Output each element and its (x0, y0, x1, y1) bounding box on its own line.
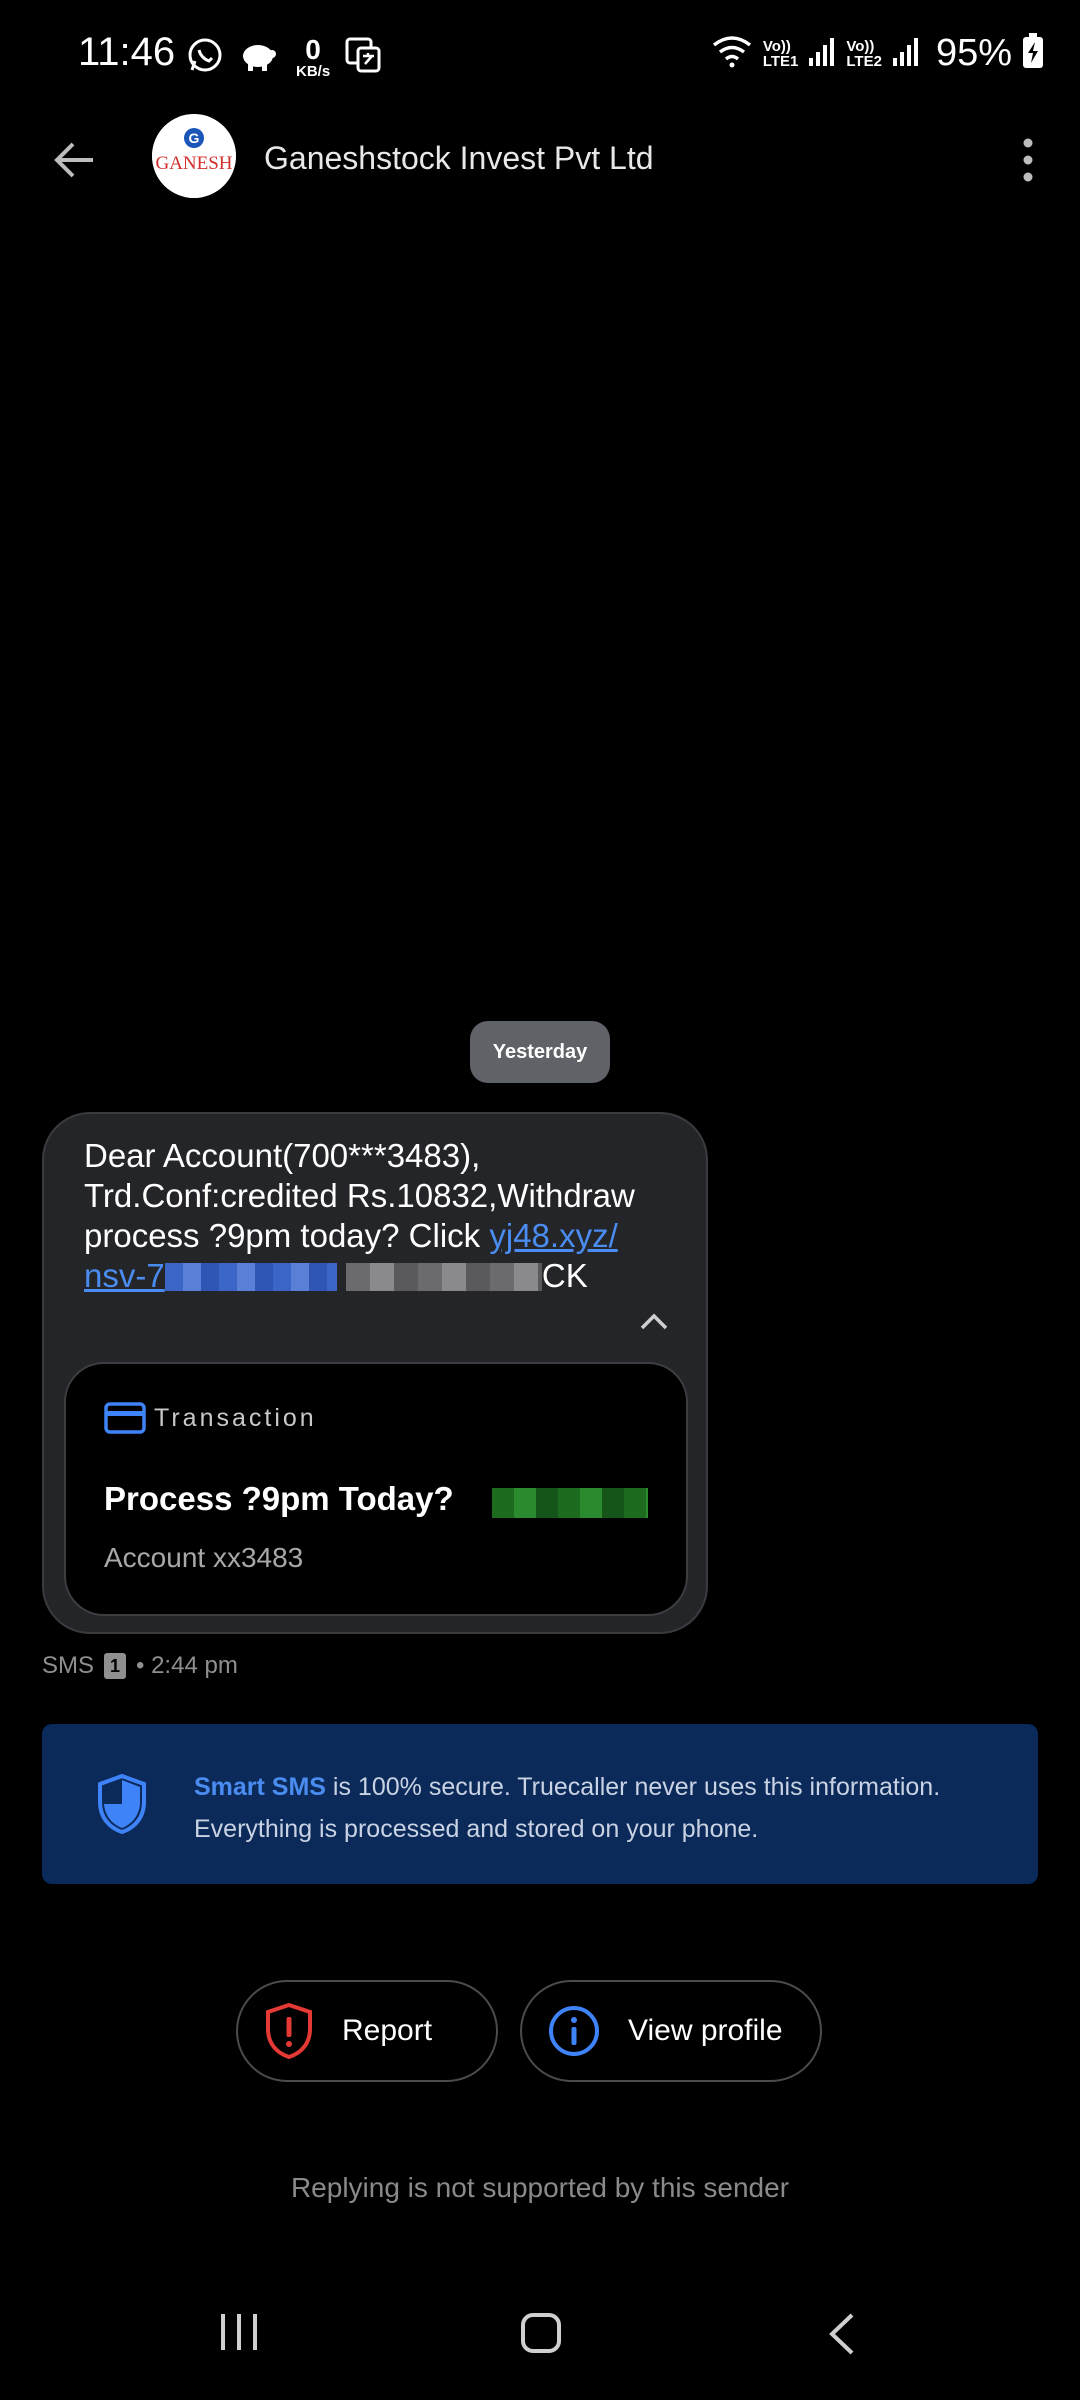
navigation-bar (0, 2290, 1080, 2380)
chevron-left-icon (829, 2313, 854, 2355)
chevron-up-icon (640, 1313, 668, 1330)
system-icons: Vo)) LTE1 Vo)) LTE2 95% (711, 32, 1044, 75)
sim2-network: Vo)) LTE2 (846, 37, 882, 70)
view-profile-label: View profile (628, 2014, 783, 2047)
credit-card-icon (104, 1402, 146, 1434)
sim1-network: Vo)) LTE1 (762, 37, 799, 70)
contact-name[interactable]: Ganeshstock Invest Pvt Ltd (264, 140, 654, 177)
home-button[interactable] (520, 2312, 562, 2359)
collapse-button[interactable] (634, 1302, 674, 1342)
signal-icon (808, 36, 836, 71)
redacted-text (345, 1263, 542, 1291)
translate-icon (344, 36, 382, 79)
smart-sms-brand: Smart SMS (194, 1773, 326, 1801)
recents-icon (221, 2314, 257, 2350)
transaction-label: Transaction (154, 1403, 317, 1432)
transaction-title: Process ?9pm Today? (104, 1480, 454, 1517)
transaction-header: Transaction (104, 1402, 317, 1434)
view-profile-button[interactable]: View profile (520, 1980, 822, 2082)
transaction-card[interactable]: Transaction Process ?9pm Today? Account … (64, 1362, 688, 1616)
notification-icons: 0 KB/s (186, 36, 382, 79)
battery-percent: 95% (935, 32, 1012, 74)
data-rate: 0 KB/s (296, 34, 331, 80)
nav-back-button[interactable] (826, 2312, 856, 2361)
info-icon (548, 2005, 600, 2057)
back-button[interactable] (40, 130, 108, 190)
more-options-button[interactable] (1002, 130, 1054, 190)
message-text: Dear Account(700***3483), Trd.Conf:credi… (84, 1137, 635, 1294)
smart-sms-banner: Smart SMS is 100% secure. Truecaller nev… (42, 1724, 1038, 1884)
arrow-back-icon (54, 142, 93, 178)
redacted-link-part (164, 1263, 337, 1291)
more-vert-icon (1023, 138, 1033, 182)
piggy-bank-icon (238, 38, 278, 77)
sim-badge-icon: 1 (104, 1653, 127, 1679)
signal-icon (892, 36, 920, 71)
report-button[interactable]: Report (236, 1980, 498, 2082)
battery-charging-icon (1022, 33, 1044, 74)
shield-icon (96, 1773, 148, 1839)
meta-channel: SMS (42, 1652, 95, 1679)
meta-time: • 2:44 pm (136, 1652, 238, 1679)
svg-text:G: G (189, 130, 200, 146)
transaction-account: Account xx3483 (104, 1542, 304, 1573)
smart-sms-text: Smart SMS is 100% secure. Truecaller nev… (194, 1773, 941, 1843)
message-meta: SMS 1 • 2:44 pm (42, 1652, 238, 1680)
whatsapp-icon (186, 36, 224, 79)
company-logo: G GANESH (152, 114, 236, 198)
status-bar: 11:46 0 KB/s Vo)) LTE1 Vo)) LTE2 95% (0, 0, 1080, 112)
logo-text: GANESH (155, 153, 232, 174)
recents-button[interactable] (218, 2312, 260, 2357)
wifi-icon (711, 34, 753, 73)
report-label: Report (342, 2014, 433, 2047)
avatar[interactable]: G GANESH (152, 114, 236, 198)
report-shield-icon (264, 2002, 314, 2060)
message-bubble[interactable]: Dear Account(700***3483), Trd.Conf:credi… (42, 1112, 708, 1634)
reply-not-supported-note: Replying is not supported by this sender (290, 2172, 790, 2203)
redacted-amount (492, 1488, 648, 1518)
home-icon (521, 2313, 561, 2353)
date-divider: Yesterday (470, 1021, 610, 1083)
app-bar: G GANESH Ganeshstock Invest Pvt Ltd (0, 112, 1080, 208)
status-time: 11:46 (78, 30, 176, 74)
